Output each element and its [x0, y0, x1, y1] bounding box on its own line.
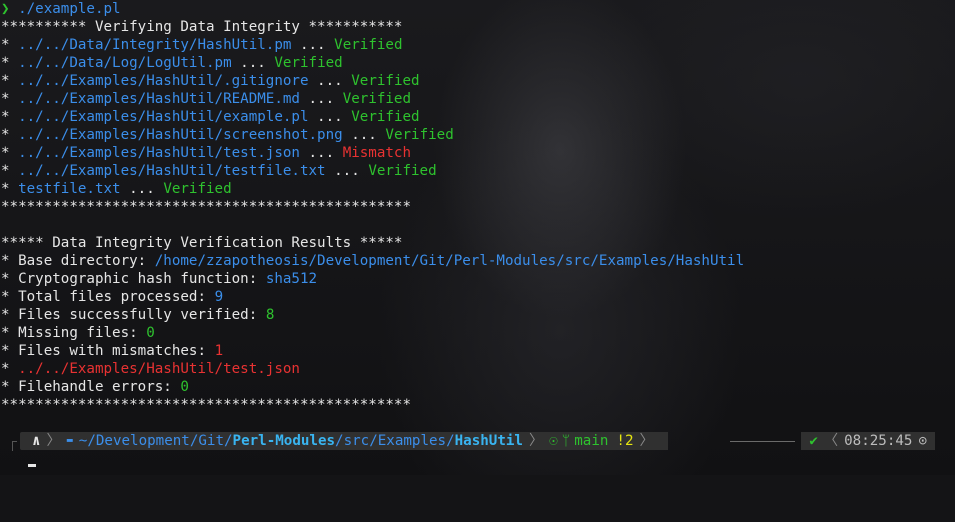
prompt-arrow-icon: ❯: [1, 1, 10, 17]
prompt-statusbar: ∧ 〉 ▬ ~/Development/Git/Perl-Modules/src…: [12, 432, 935, 451]
segment-separator-icon: 〉: [639, 433, 654, 449]
file-verification-row: * ../../Examples/HashUtil/README.md ... …: [1, 91, 412, 107]
results-header: ***** Data Integrity Verification Result…: [1, 235, 403, 251]
prompt-left-segment: ∧ 〉 ▬ ~/Development/Git/Perl-Modules/src…: [20, 432, 668, 450]
total-value: 9: [214, 289, 224, 305]
file-status: Verified: [342, 91, 412, 107]
git-changes-count: !2: [616, 433, 634, 449]
result-hash: * Cryptographic hash function: sha512: [1, 271, 318, 287]
missing-value: 0: [146, 325, 155, 341]
file-path: ../../Examples/HashUtil/screenshot.png: [18, 127, 343, 143]
path-prefix: ~/Development/Git/: [78, 433, 233, 449]
file-path: ../../Examples/HashUtil/README.md: [18, 91, 300, 107]
result-missing: * Missing files: 0: [1, 325, 155, 341]
rule-line: ****************************************…: [1, 397, 411, 413]
command-text: ./example.pl: [18, 1, 121, 17]
file-verification-row: * ../../Examples/HashUtil/test.json ... …: [1, 145, 412, 161]
filehandle-value: 0: [180, 379, 189, 395]
path-repo: Perl-Modules: [232, 433, 336, 449]
path-mid: /src/Examples/: [335, 433, 455, 449]
verify-header: ********** Verifying Data Integrity ****…: [1, 19, 403, 35]
prompt-right-segment: ✔ 〈 08:25:45 ⊙: [801, 432, 935, 450]
result-total: * Total files processed: 9: [1, 289, 224, 305]
result-mismatch-file: * ../../Examples/HashUtil/test.json: [1, 361, 300, 377]
file-status: Verified: [368, 163, 437, 179]
git-icon: ☉: [549, 433, 558, 449]
file-verification-row: * testfile.txt ... Verified: [1, 181, 232, 197]
segment-separator-icon: 〉: [46, 433, 61, 449]
file-verification-row: * ../../Examples/HashUtil/.gitignore ...…: [1, 73, 420, 89]
branch-icon: ᛘ: [561, 433, 571, 449]
result-base-dir: * Base directory: /home/zzapotheosis/Dev…: [1, 253, 745, 269]
segment-separator-icon: 〈: [823, 433, 839, 449]
verified-value: 8: [265, 307, 275, 323]
result-verified: * Files successfully verified: 8: [1, 307, 275, 323]
file-verification-row: * ../../Data/Log/LogUtil.pm ... Verified: [1, 55, 343, 71]
file-status: Verified: [163, 181, 232, 197]
terminal-output[interactable]: ❯ ./example.pl ********** Verifying Data…: [1, 0, 955, 414]
file-status: Verified: [274, 55, 343, 71]
file-status: Verified: [334, 37, 403, 53]
file-verification-row: * ../../Examples/HashUtil/example.pl ...…: [1, 109, 420, 125]
result-filehandle: * Filehandle errors: 0: [1, 379, 189, 395]
file-verification-row: * ../../Examples/HashUtil/testfile.txt .…: [1, 163, 437, 179]
file-status: Verified: [351, 73, 420, 89]
mismatch-value: 1: [214, 343, 224, 359]
file-path: ../../Data/Log/LogUtil.pm: [18, 55, 232, 71]
base-dir-value: /home/zzapotheosis/Development/Git/Perl-…: [154, 253, 745, 269]
file-path: ../../Examples/HashUtil/testfile.txt: [18, 163, 326, 179]
file-path: ../../Examples/HashUtil/example.pl: [18, 109, 309, 125]
branch-name: main: [574, 433, 609, 449]
success-check-icon: ✔: [809, 433, 818, 449]
mismatch-file-path: ../../Examples/HashUtil/test.json: [18, 361, 300, 377]
file-path: testfile.txt: [18, 181, 121, 197]
file-status: Verified: [385, 127, 454, 143]
clock-time: 08:25:45: [844, 433, 913, 449]
prompt-filler-line: [730, 441, 795, 442]
os-icon: ∧: [32, 433, 41, 449]
file-path: ../../Examples/HashUtil/.gitignore: [18, 73, 309, 89]
command-line: ❯ ./example.pl: [1, 0, 955, 18]
text-cursor: [28, 464, 36, 467]
file-status: Mismatch: [342, 145, 412, 161]
file-path: ../../Examples/HashUtil/test.json: [18, 145, 300, 161]
file-path: ../../Data/Integrity/HashUtil.pm: [18, 37, 292, 53]
clock-icon: ⊙: [918, 433, 927, 449]
hash-value: sha512: [265, 271, 318, 287]
file-verification-row: * ../../Data/Integrity/HashUtil.pm ... V…: [1, 37, 403, 53]
rule-line: ****************************************…: [1, 199, 411, 215]
file-status: Verified: [351, 109, 420, 125]
file-list: * ../../Data/Integrity/HashUtil.pm ... V…: [1, 36, 955, 198]
segment-separator-icon: 〉: [528, 433, 544, 449]
result-mismatch: * Files with mismatches: 1: [1, 343, 224, 359]
folder-icon: ▬: [66, 435, 73, 446]
path-current-dir: HashUtil: [454, 433, 523, 449]
file-verification-row: * ../../Examples/HashUtil/screenshot.png…: [1, 127, 454, 143]
